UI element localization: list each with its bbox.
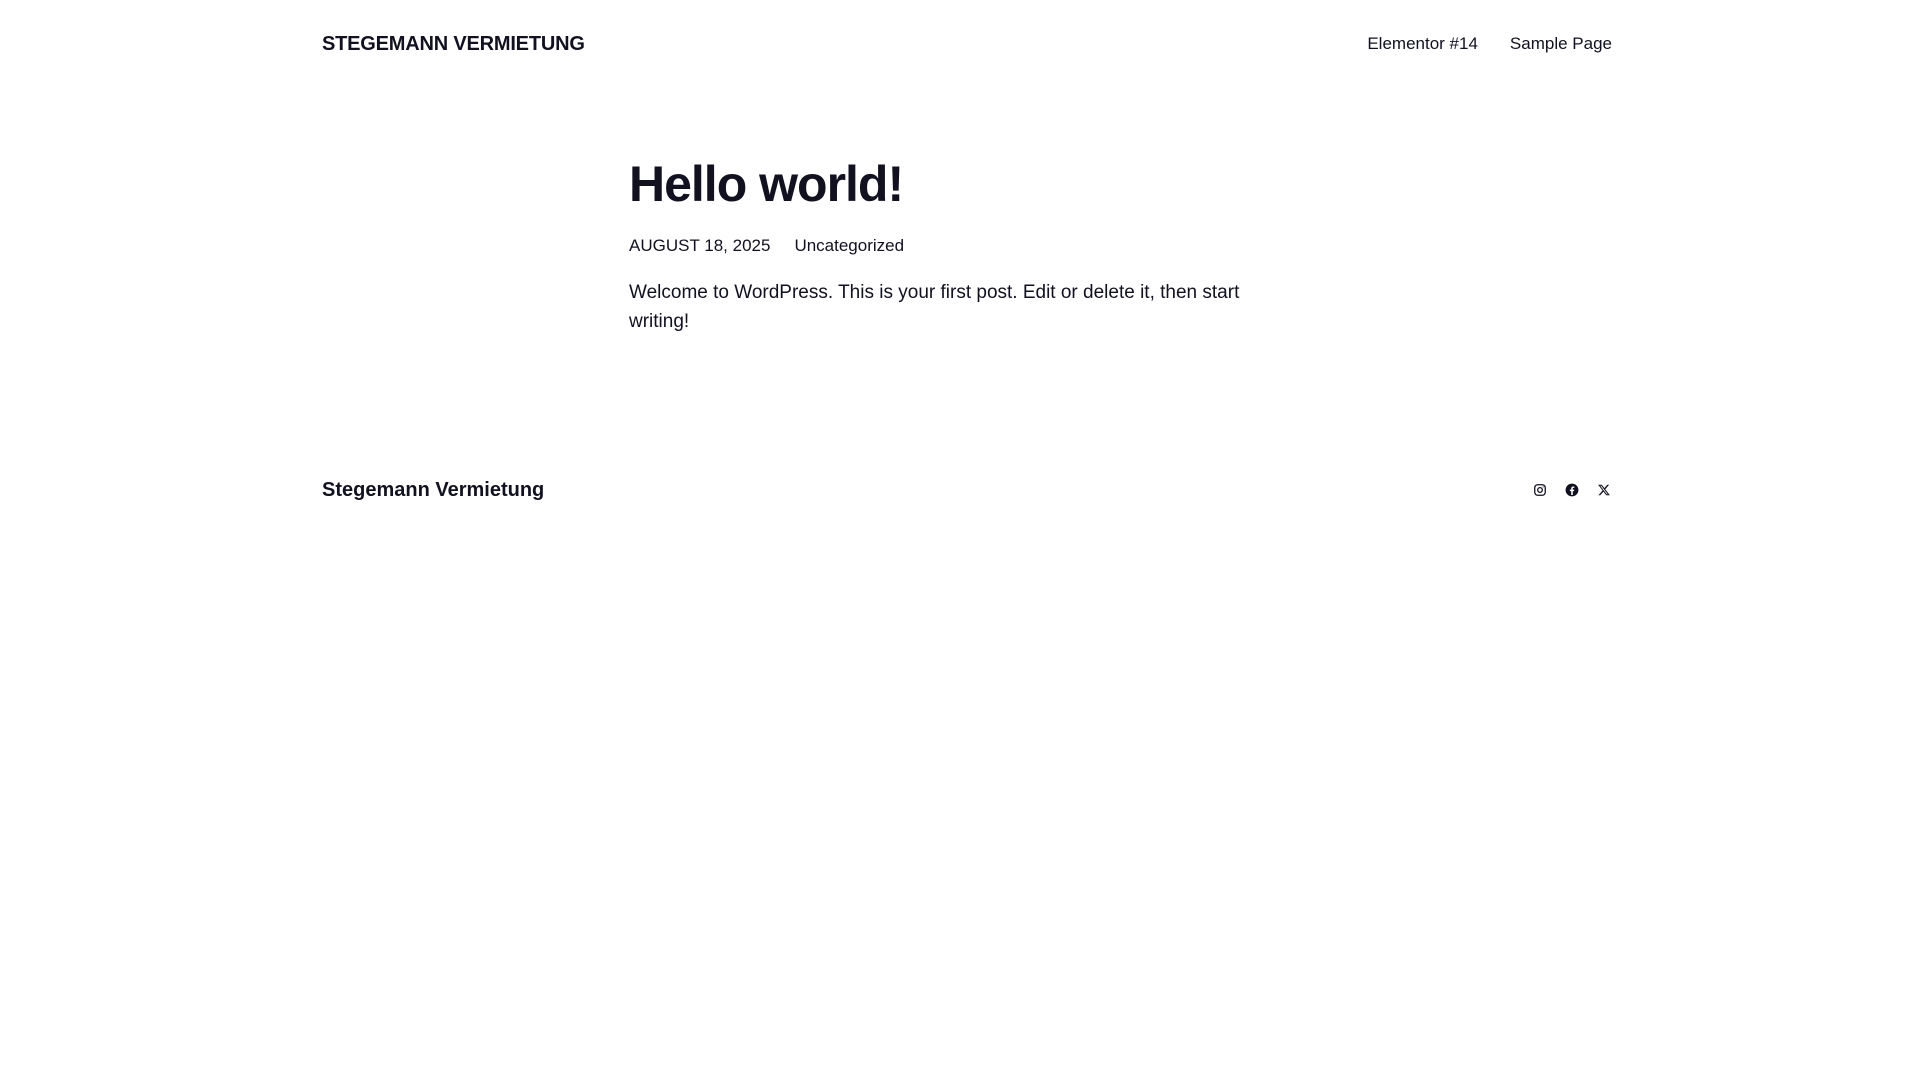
post-title[interactable]: Hello world!	[629, 150, 1279, 218]
post-category-link[interactable]: Uncategorized	[794, 236, 904, 256]
page: STEGEMANN VERMIETUNG Elementor #14 Sampl…	[0, 0, 1920, 1080]
post-date: AUGUST 18, 2025	[629, 236, 771, 255]
site-footer: Stegemann Vermietung	[322, 472, 1612, 508]
x-icon[interactable]	[1596, 482, 1612, 498]
footer-site-title-link[interactable]: Stegemann Vermietung	[322, 479, 544, 502]
social-links	[1532, 482, 1612, 498]
site-header: STEGEMANN VERMIETUNG Elementor #14 Sampl…	[322, 26, 1612, 62]
nav-link-sample-page[interactable]: Sample Page	[1510, 34, 1612, 54]
post-meta: AUGUST 18, 2025 Uncategorized	[629, 236, 1279, 256]
nav-link-elementor-14[interactable]: Elementor #14	[1367, 34, 1478, 54]
post: Hello world! AUGUST 18, 2025 Uncategoriz…	[629, 150, 1279, 336]
post-content: Welcome to WordPress. This is your first…	[629, 282, 1240, 332]
site-title-link[interactable]: STEGEMANN VERMIETUNG	[322, 33, 585, 56]
primary-navigation: Elementor #14 Sample Page	[1367, 34, 1612, 54]
instagram-icon[interactable]	[1532, 482, 1548, 498]
facebook-icon[interactable]	[1564, 482, 1580, 498]
